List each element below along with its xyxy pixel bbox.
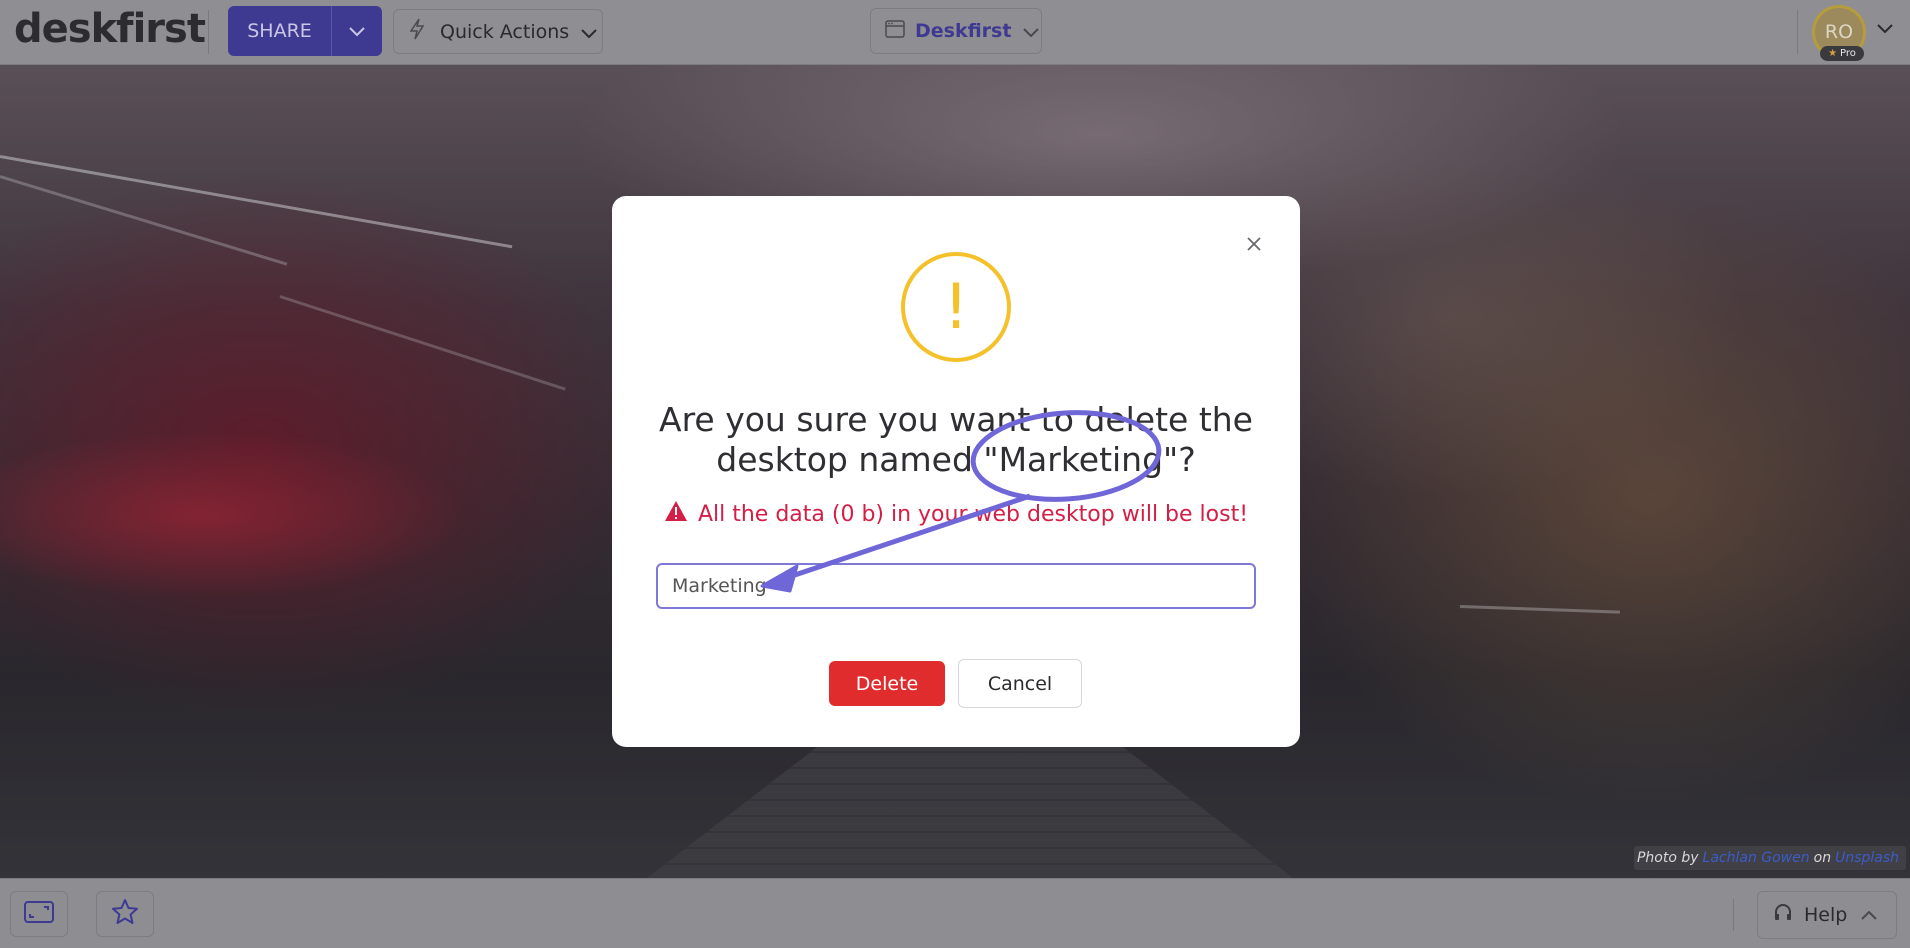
photo-credit: Photo by Lachlan Gowen on Unsplash — [1634, 846, 1906, 870]
top-bar: deskfirst SHARE Quick Actions Deskfirst … — [0, 0, 1910, 65]
chevron-down-icon — [581, 21, 597, 43]
pro-badge-label: Pro — [1840, 48, 1856, 59]
desktop-window-icon — [885, 19, 905, 43]
exclamation-circle-icon: ! — [901, 252, 1011, 362]
topbar-divider — [208, 10, 209, 54]
data-loss-warning-text: All the data (0 b) in your web desktop w… — [697, 501, 1249, 527]
app-logo[interactable]: deskfirst — [14, 6, 206, 52]
chevron-down-icon[interactable] — [1876, 20, 1894, 39]
close-icon[interactable] — [1244, 234, 1264, 254]
photo-credit-prefix: Photo by — [1636, 850, 1699, 866]
chevron-down-icon[interactable] — [332, 6, 382, 56]
exclamation-mark: ! — [943, 270, 969, 343]
chevron-up-icon — [1861, 904, 1878, 926]
lightning-icon — [409, 18, 425, 45]
data-loss-warning: All the data (0 b) in your web desktop w… — [652, 500, 1260, 528]
fullscreen-icon — [24, 901, 54, 927]
dialog-question-line1: Are you sure you want to delete the — [659, 400, 1253, 439]
delete-desktop-dialog: ! Are you sure you want to delete the de… — [612, 196, 1300, 747]
avatar-initials: RO — [1824, 21, 1854, 43]
topbar-divider — [1797, 10, 1798, 54]
desktop-selector[interactable]: Deskfirst — [870, 8, 1042, 54]
help-button[interactable]: Help — [1757, 891, 1897, 939]
quick-actions-label: Quick Actions — [440, 20, 570, 43]
share-button[interactable]: SHARE — [228, 6, 382, 56]
dialog-question-line2: desktop named "Marketing"? — [716, 440, 1196, 479]
share-button-label[interactable]: SHARE — [228, 6, 332, 56]
headset-icon — [1774, 903, 1792, 928]
bottom-bar: Help — [0, 878, 1910, 948]
desktop-selector-label: Deskfirst — [915, 20, 1012, 42]
photo-credit-author-link[interactable]: Lachlan Gowen — [1703, 850, 1810, 866]
fullscreen-button[interactable] — [10, 891, 68, 937]
warning-triangle-icon — [664, 500, 688, 528]
dialog-question: Are you sure you want to delete the desk… — [652, 400, 1260, 480]
quick-actions-button[interactable]: Quick Actions — [393, 9, 603, 54]
photo-credit-site-link[interactable]: Unsplash — [1835, 850, 1899, 866]
bottombar-divider — [1733, 899, 1734, 931]
favorite-button[interactable] — [96, 891, 154, 937]
chevron-down-icon — [1023, 20, 1040, 42]
star-icon: ★ — [1828, 48, 1838, 59]
help-label: Help — [1804, 904, 1848, 926]
cancel-button[interactable]: Cancel — [958, 659, 1082, 708]
photo-credit-middle: on — [1813, 850, 1832, 866]
confirm-desktop-name-input[interactable] — [656, 563, 1256, 609]
pro-badge: ★ Pro — [1820, 46, 1864, 61]
delete-button[interactable]: Delete — [829, 661, 945, 706]
star-icon — [111, 898, 139, 930]
